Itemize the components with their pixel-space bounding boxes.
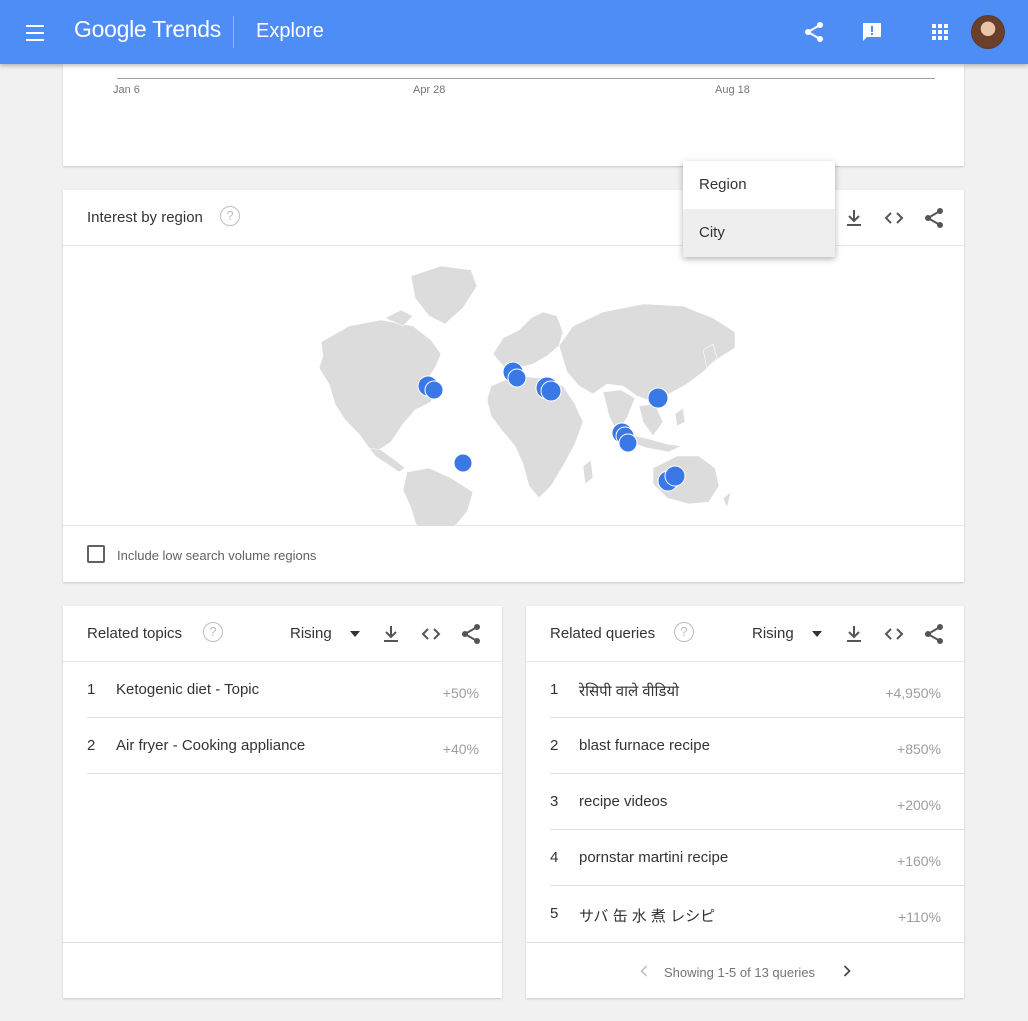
list-item[interactable]: 4 pornstar martini recipe +160%	[550, 830, 964, 886]
help-icon[interactable]: ?	[674, 622, 694, 642]
list-item[interactable]: 3 recipe videos +200%	[550, 774, 964, 830]
rank: 5	[550, 905, 559, 922]
header-divider	[233, 16, 234, 48]
related-topics-card: Related topics ? Rising 1 Ketogenic diet…	[63, 606, 502, 998]
card-header: Related topics ? Rising	[63, 606, 502, 662]
query-label: サバ 缶 水 煮 レシピ	[579, 908, 716, 925]
download-icon[interactable]	[842, 206, 866, 230]
menu-option-region[interactable]: Region	[683, 161, 835, 209]
dropdown-arrow-icon	[812, 631, 822, 637]
topic-value: +50%	[442, 685, 479, 701]
topic-label: Ketogenic diet - Topic	[116, 681, 260, 698]
topic-value: +40%	[442, 741, 479, 757]
query-label: pornstar martini recipe	[579, 849, 729, 866]
embed-icon[interactable]	[882, 206, 906, 230]
rank: 1	[87, 681, 96, 698]
chevron-left-icon[interactable]	[634, 961, 654, 981]
download-icon[interactable]	[842, 622, 866, 646]
query-value: +160%	[897, 853, 941, 869]
query-value: +200%	[897, 797, 941, 813]
queries-filter-select[interactable]: Rising	[752, 625, 822, 642]
card-footer: Showing 1-5 of 13 queries	[526, 942, 964, 998]
topics-filter-select[interactable]: Rising	[290, 625, 360, 642]
rank: 4	[550, 849, 559, 866]
menu-option-city[interactable]: City	[683, 209, 835, 257]
share-icon[interactable]	[922, 622, 946, 646]
apps-icon[interactable]	[928, 20, 952, 44]
related-queries-card: Related queries ? Rising 1 रेसिपी वाले व…	[526, 606, 964, 998]
pager-text: Showing 1-5 of 13 queries	[664, 965, 816, 980]
low-volume-label: Include low search volume regions	[117, 548, 317, 563]
download-icon[interactable]	[379, 622, 403, 646]
topic-label: Air fryer - Cooking appliance	[116, 737, 306, 754]
embed-icon[interactable]	[882, 622, 906, 646]
avatar[interactable]	[971, 15, 1005, 49]
help-icon[interactable]: ?	[203, 622, 223, 642]
low-volume-checkbox[interactable]	[87, 545, 105, 563]
help-icon[interactable]: ?	[220, 206, 240, 226]
page-title: Explore	[256, 20, 324, 42]
card-header: Related queries ? Rising	[526, 606, 964, 662]
topics-filter-value: Rising	[290, 625, 332, 642]
google-trends-logo[interactable]: Google Trends	[74, 16, 221, 43]
card-footer	[63, 942, 502, 998]
query-label: blast furnace recipe	[579, 737, 710, 754]
rank: 2	[550, 737, 559, 754]
x-axis-line	[117, 78, 935, 79]
world-map	[63, 246, 964, 565]
embed-icon[interactable]	[419, 622, 443, 646]
share-icon[interactable]	[922, 206, 946, 230]
interest-over-time-card: Jan 6 Apr 28 Aug 18	[63, 64, 964, 166]
chevron-right-icon[interactable]	[837, 961, 857, 981]
logo-google: Google	[74, 16, 147, 42]
list-item[interactable]: 1 रेसिपी वाले वीडियो +4,950%	[550, 662, 964, 718]
region-title: Interest by region	[87, 209, 203, 226]
tick-label: Jan 6	[113, 84, 140, 96]
query-value: +110%	[898, 909, 941, 925]
tick-label: Aug 18	[715, 84, 750, 96]
tick-label: Apr 28	[413, 84, 446, 96]
list-item[interactable]: 2 blast furnace recipe +850%	[550, 718, 964, 774]
app-bar: Google Trends Explore	[0, 0, 1028, 64]
list-item[interactable]: 5 サバ 缶 水 煮 レシピ +110%	[550, 886, 964, 942]
rank: 3	[550, 793, 559, 810]
query-value: +850%	[897, 741, 941, 757]
queries-filter-value: Rising	[752, 625, 794, 642]
query-label: रेसिपी वाले वीडियो	[579, 683, 680, 700]
menu-icon[interactable]	[22, 20, 48, 44]
queries-title: Related queries	[550, 625, 656, 642]
query-value: +4,950%	[885, 685, 941, 701]
rank: 2	[87, 737, 96, 754]
logo-trends: Trends	[152, 16, 221, 42]
share-icon[interactable]	[802, 20, 826, 44]
topics-title: Related topics	[87, 625, 183, 642]
rank: 1	[550, 681, 559, 698]
feedback-icon[interactable]	[860, 20, 884, 44]
region-city-menu: Region City	[683, 161, 835, 257]
query-label: recipe videos	[579, 793, 668, 810]
share-icon[interactable]	[459, 622, 483, 646]
list-item[interactable]: 1 Ketogenic diet - Topic +50%	[87, 662, 502, 718]
list-item[interactable]: 2 Air fryer - Cooking appliance +40%	[87, 718, 502, 774]
dropdown-arrow-icon	[350, 631, 360, 637]
